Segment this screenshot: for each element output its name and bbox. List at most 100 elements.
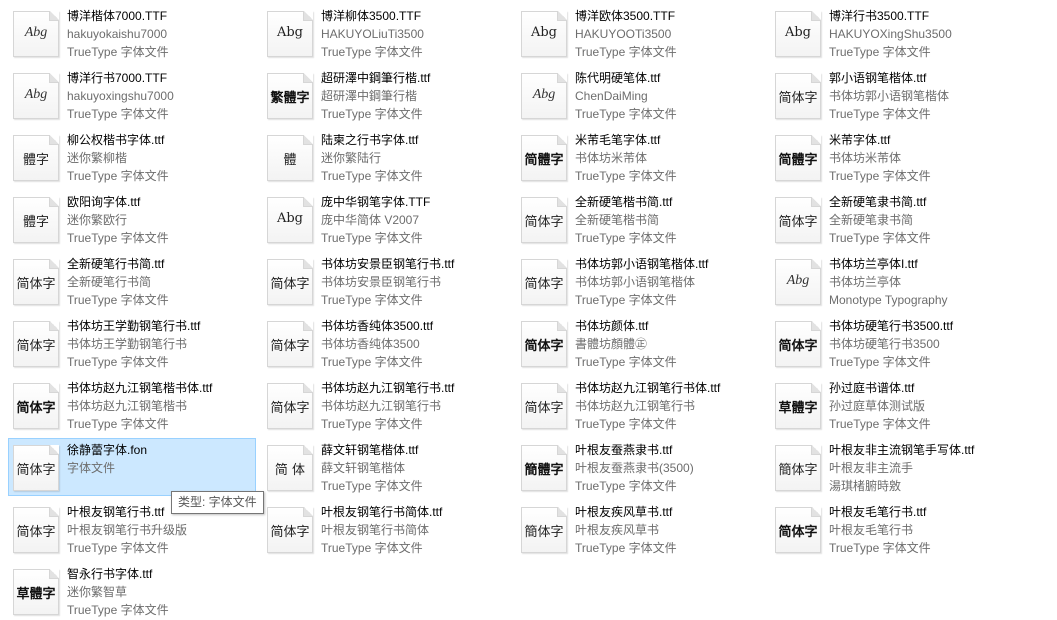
font-family-name: 庞中华简体 V2007 [321, 213, 420, 227]
file-type: TrueType 字体文件 [321, 107, 423, 121]
font-file-icon: 草體字 [775, 383, 821, 429]
font-file-item[interactable]: 简体字 叶根友钢笔行书简体.ttf 叶根友钢笔行书简体 TrueType 字体文件 [262, 500, 510, 558]
font-file-icon: 简 体 [267, 445, 313, 491]
font-family-name: HAKUYOLiuTi3500 [321, 27, 424, 41]
file-type: TrueType 字体文件 [67, 293, 169, 307]
font-preview-glyph: Abg [24, 87, 48, 102]
font-file-icon: 简体字 [13, 321, 59, 367]
file-type: TrueType 字体文件 [67, 417, 169, 431]
font-file-item[interactable]: 草體字 智永行书字体.ttf 迷你繁智草 TrueType 字体文件 [8, 562, 256, 620]
file-type: TrueType 字体文件 [321, 231, 423, 245]
font-preview-glyph: 简体字 [16, 525, 56, 540]
file-type: 湯琪楮腑時敫 [829, 479, 902, 493]
font-family-name: 书体坊王学勤钢笔行书 [67, 337, 188, 351]
font-file-item[interactable]: 草體字 孙过庭书谱体.ttf 孙过庭草体测试版 TrueType 字体文件 [770, 376, 1018, 434]
font-file-item[interactable]: 简体字 书体坊郭小语钢笔楷体.ttf 书体坊郭小语钢笔楷体 TrueType 字体文件 [516, 252, 764, 310]
font-file-item[interactable]: Abg 陈代明硬笔体.ttf ChenDaiMing TrueType 字体文件 [516, 66, 764, 124]
file-type: TrueType 字体文件 [67, 107, 169, 121]
font-file-item[interactable]: 简体字 徐静蕾字体.fon 字体文件 [8, 438, 256, 496]
font-file-item[interactable]: Abg 博洋柳体3500.TTF HAKUYOLiuTi3500 TrueType 字… [262, 4, 510, 62]
font-family-name: HAKUYOXingShu3500 [829, 27, 952, 41]
font-file-icon: Abg [13, 11, 59, 57]
font-file-icon: 繁體字 [267, 73, 313, 119]
file-type: TrueType 字体文件 [321, 417, 423, 431]
file-name: 博洋楷体7000.TTF [67, 9, 168, 23]
font-file-item[interactable]: 體字 欧阳询字体.ttf 迷你繁欧行 TrueType 字体文件 [8, 190, 256, 248]
file-name: 庞中华钢笔字体.TTF [321, 195, 431, 209]
font-file-item[interactable]: 简体字 全新硬笔楷书简.ttf 全新硬笔楷书简 TrueType 字体文件 [516, 190, 764, 248]
font-file-item[interactable]: Abg 博洋楷体7000.TTF hakuyokaishu7000 TrueType … [8, 4, 256, 62]
font-file-item[interactable]: 简体字 书体坊赵九江钢笔行书体.ttf 书体坊赵九江钢笔行书 TrueType 字体文… [516, 376, 764, 434]
font-preview-glyph: 繁體字 [270, 91, 310, 106]
font-file-icon: 简体字 [13, 383, 59, 429]
font-file-item[interactable]: 简體字 米芾毛笔字体.ttf 书体坊米芾体 TrueType 字体文件 [516, 128, 764, 186]
font-file-icon: 简體字 [775, 135, 821, 181]
file-type: TrueType 字体文件 [575, 231, 677, 245]
file-name: 陆柬之行书字体.ttf [321, 133, 419, 147]
font-file-item[interactable]: 简体字 全新硬笔隶书简.ttf 全新硬笔隶书简 TrueType 字体文件 [770, 190, 1018, 248]
font-family-name: 书体坊郭小语钢笔楷体 [575, 275, 696, 289]
font-file-item[interactable]: 簡体字 叶根友疾风草书.ttf 叶根友疾风草书 TrueType 字体文件 [516, 500, 764, 558]
file-name: 书体坊赵九江钢笔楷书体.ttf [67, 381, 213, 395]
font-file-item[interactable]: 简體字 米芾字体.ttf 书体坊米芾体 TrueType 字体文件 [770, 128, 1018, 186]
font-family-name: 叶根友疾风草书 [575, 523, 660, 537]
font-file-item[interactable]: 简体字 郭小语钢笔楷体.ttf 书体坊郭小语钢笔楷体 TrueType 字体文件 [770, 66, 1018, 124]
font-file-item[interactable]: Abg 庞中华钢笔字体.TTF 庞中华简体 V2007 TrueType 字体文件 [262, 190, 510, 248]
font-file-icon: 简体字 [521, 383, 567, 429]
font-family-name: 字体文件 [67, 461, 116, 475]
font-file-item[interactable]: 體 陆柬之行书字体.ttf 迷你繁陆行 TrueType 字体文件 [262, 128, 510, 186]
file-type: TrueType 字体文件 [829, 417, 931, 431]
font-file-item[interactable]: 繁體字 超研澤中鋼筆行楷.ttf 超研澤中鋼筆行楷 TrueType 字体文件 [262, 66, 510, 124]
font-preview-glyph: Abg [276, 25, 304, 40]
font-file-item[interactable]: 简体字 书体坊安景臣钢笔行书.ttf 书体坊安景臣钢笔行书 TrueType 字体文件 [262, 252, 510, 310]
font-family-name: 叶根友钢笔行书简体 [321, 523, 430, 537]
font-file-item[interactable]: 简体字 书体坊硬笔行书3500.ttf 书体坊硬笔行书3500 TrueType 字体… [770, 314, 1018, 372]
file-type: TrueType 字体文件 [575, 479, 677, 493]
file-name: 叶根友疾风草书.ttf [575, 505, 673, 519]
font-file-item[interactable]: 體字 柳公权楷书字体.ttf 迷你繁柳楷 TrueType 字体文件 [8, 128, 256, 186]
font-family-name: 全新硬笔行书简 [67, 275, 152, 289]
font-file-icon: 简体字 [267, 507, 313, 553]
font-file-item[interactable]: 简体字 书体坊香纯体3500.ttf 书体坊香纯体3500 TrueType 字体文件 [262, 314, 510, 372]
font-file-item[interactable]: Abg 博洋欧体3500.TTF HAKUYOOTi3500 TrueType 字体文… [516, 4, 764, 62]
file-name: 书体坊王学勤钢笔行书.ttf [67, 319, 201, 333]
font-file-item[interactable]: Abg 书体坊兰亭体I.ttf 书体坊兰亭体 Monotype Typography [770, 252, 1018, 310]
font-family-name: 薛文轩钢笔楷体 [321, 461, 406, 475]
file-name: 书体坊硬笔行书3500.ttf [829, 319, 954, 333]
file-name: 徐静蕾字体.fon [67, 443, 148, 457]
file-type: TrueType 字体文件 [829, 45, 931, 59]
font-family-name: 书体坊安景臣钢笔行书 [321, 275, 442, 289]
font-file-item[interactable]: 简体字 书体坊赵九江钢笔行书.ttf 书体坊赵九江钢笔行书 TrueType 字体文件 [262, 376, 510, 434]
file-type: TrueType 字体文件 [67, 45, 169, 59]
font-preview-glyph: 简体字 [778, 215, 818, 230]
font-file-icon: Abg [775, 259, 821, 305]
font-preview-glyph: 简体字 [270, 525, 310, 540]
font-file-item[interactable]: 简体字 书体坊赵九江钢笔楷书体.ttf 书体坊赵九江钢笔楷书 TrueType 字体文… [8, 376, 256, 434]
font-file-item[interactable]: 簡体字 叶根友非主流钢笔手写体.ttf 叶根友非主流手 湯琪楮腑時敫 [770, 438, 1018, 496]
font-family-name: 书体坊赵九江钢笔楷书 [67, 399, 188, 413]
font-file-icon: 简体字 [521, 197, 567, 243]
file-name: 叶根友钢笔行书简体.ttf [321, 505, 443, 519]
font-family-name: HAKUYOOTi3500 [575, 27, 672, 41]
font-file-icon: 简体字 [775, 507, 821, 553]
font-file-icon: 簡体字 [775, 445, 821, 491]
font-family-name: 孙过庭草体测试版 [829, 399, 926, 413]
font-file-item[interactable]: 简体字 全新硬笔行书简.ttf 全新硬笔行书简 TrueType 字体文件 [8, 252, 256, 310]
font-file-item[interactable]: Abg 博洋行书7000.TTF hakuyoxingshu7000 TrueType… [8, 66, 256, 124]
font-file-item[interactable]: Abg 博洋行书3500.TTF HAKUYOXingShu3500 TrueType… [770, 4, 1018, 62]
file-type: TrueType 字体文件 [575, 541, 677, 555]
file-type: Monotype Typography [829, 293, 948, 307]
file-name: 米芾毛笔字体.ttf [575, 133, 661, 147]
font-preview-glyph: 简体字 [778, 525, 818, 540]
font-preview-glyph: 简体字 [524, 401, 564, 416]
font-family-name: 书体坊赵九江钢笔行书 [321, 399, 442, 413]
file-name: 书体坊香纯体3500.ttf [321, 319, 434, 333]
font-preview-glyph: Abg [530, 25, 558, 40]
font-file-icon: 简体字 [267, 383, 313, 429]
font-file-item[interactable]: 简体字 书体坊王学勤钢笔行书.ttf 书体坊王学勤钢笔行书 TrueType 字体文件 [8, 314, 256, 372]
font-file-item[interactable]: 简 体 薛文轩钢笔楷体.ttf 薛文轩钢笔楷体 TrueType 字体文件 [262, 438, 510, 496]
font-preview-glyph: 草體字 [778, 401, 818, 416]
font-file-item[interactable]: 简体字 叶根友毛笔行书.ttf 叶根友毛笔行书 TrueType 字体文件 [770, 500, 1018, 558]
font-file-item[interactable]: 簡體字 叶根友蚕燕隶书.ttf 叶根友蚕燕隶书(3500) TrueType 字体文件 [516, 438, 764, 496]
font-file-item[interactable]: 简体字 书体坊颜体.ttf 書體坊顏體㊣ TrueType 字体文件 [516, 314, 764, 372]
